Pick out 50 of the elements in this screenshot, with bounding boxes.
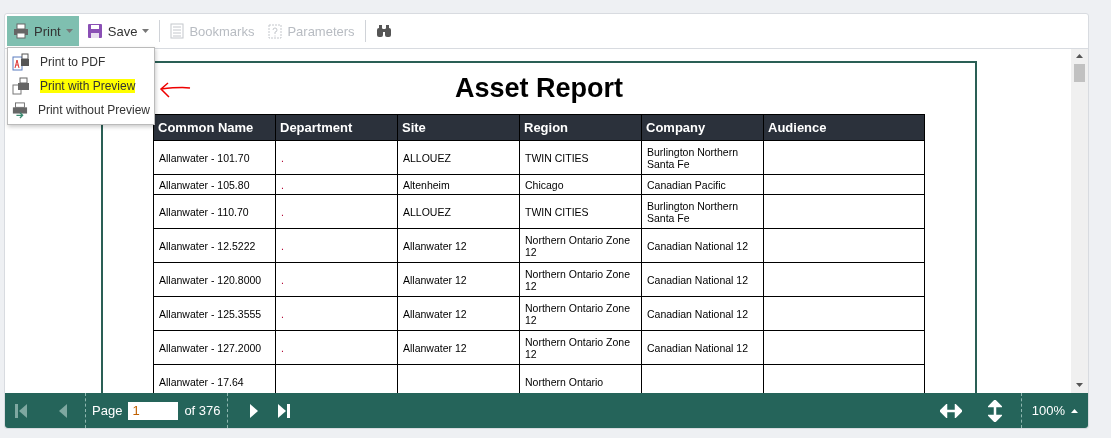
table-cell: Northern Ontario Zone 12 — [519, 296, 642, 331]
table-cell: ALLOUEZ — [397, 140, 520, 175]
zoom-button[interactable]: 100% — [1021, 403, 1088, 418]
table-cell: Allanwater 12 — [397, 228, 520, 263]
page-label: Page — [92, 403, 123, 418]
column-header: Audience — [763, 114, 925, 141]
table-cell: . — [275, 194, 398, 229]
table-cell: . — [275, 262, 398, 297]
menu-item[interactable]: Print to PDF — [8, 50, 154, 74]
table-cell: Allanwater - 105.80 — [153, 174, 276, 195]
page-count: of 376 — [184, 403, 221, 418]
column-header: Department — [275, 114, 398, 141]
save-button[interactable]: Save — [80, 16, 156, 46]
table-cell: . — [275, 330, 398, 365]
table-cell: Allanwater - 101.70 — [153, 140, 276, 175]
table-cell: . — [275, 296, 398, 331]
table-cell: . — [275, 140, 398, 175]
table-cell: Chicago — [519, 174, 642, 195]
table-cell: Northern Ontario Zone 12 — [519, 262, 642, 297]
table-cell: Canadian Pacific — [641, 174, 764, 195]
table-cell: Allanwater 12 — [397, 262, 520, 297]
table-cell: Burlington Northern Santa Fe — [641, 194, 764, 229]
table-cell: Canadian National 12 — [641, 262, 764, 297]
table-cell: . — [275, 174, 398, 195]
table-cell: TWIN CITIES — [519, 194, 642, 229]
table-cell: Canadian National 12 — [641, 296, 764, 331]
table-cell: Allanwater - 120.8000 — [153, 262, 276, 297]
column-header: Site — [397, 114, 520, 141]
table-cell: Allanwater - 125.3555 — [153, 296, 276, 331]
table-cell: TWIN CITIES — [519, 140, 642, 175]
column-header: Region — [519, 114, 642, 141]
table-cell: Burlington Northern Santa Fe — [641, 140, 764, 175]
table-cell: Allanwater - 12.5222 — [153, 228, 276, 263]
menu-item[interactable]: Print without Preview — [8, 98, 154, 122]
table-cell: Altenheim — [397, 174, 520, 195]
column-header: Common Name — [153, 114, 276, 141]
page-number-field[interactable]: 1 — [128, 401, 179, 420]
column-header: Company — [641, 114, 764, 141]
table-cell: Allanwater 12 — [397, 330, 520, 365]
table-cell: . — [275, 228, 398, 263]
table-cell: Allanwater - 127.2000 — [153, 330, 276, 365]
print-button[interactable]: Print — [7, 16, 79, 46]
table-cell: ALLOUEZ — [397, 194, 520, 229]
report-title: Asset Report — [454, 73, 623, 104]
table-cell: Allanwater 12 — [397, 296, 520, 331]
table-cell: Canadian National 12 — [641, 330, 764, 365]
table-cell: Northern Ontario Zone 12 — [519, 228, 642, 263]
table-cell: Allanwater - 110.70 — [153, 194, 276, 229]
table-cell: Northern Ontario Zone 12 — [519, 330, 642, 365]
table-cell: Canadian National 12 — [641, 228, 764, 263]
